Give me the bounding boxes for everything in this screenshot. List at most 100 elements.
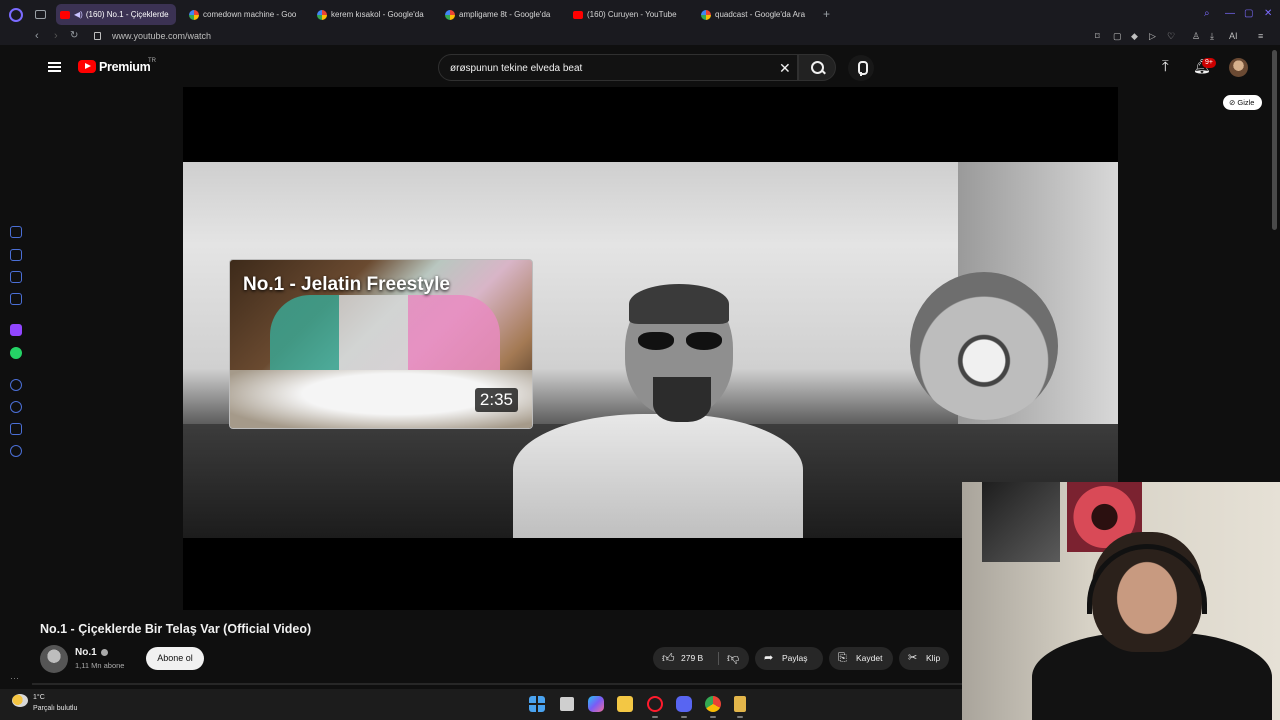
weather-description[interactable]: Parçalı bulutlu <box>33 705 77 712</box>
subscribe-button[interactable]: Abone ol <box>146 647 204 670</box>
like-divider <box>718 652 719 665</box>
clip-button[interactable]: ✂ Klip <box>899 647 949 670</box>
settings-gear-icon[interactable] <box>10 445 22 457</box>
whatsapp-icon[interactable] <box>10 347 22 359</box>
player-sidebar-icon[interactable] <box>10 379 22 391</box>
menu-icon[interactable]: ≡ <box>1258 31 1263 41</box>
player-icon[interactable]: ▷ <box>1149 31 1156 42</box>
chrome-icon[interactable] <box>705 696 721 712</box>
search-query[interactable]: ørøspunun tekine elveda beat <box>450 63 582 74</box>
copilot-icon[interactable] <box>588 696 604 712</box>
windows-taskbar: 1°C Parçalı bulutlu <box>0 689 962 720</box>
save-icon: ⎘ <box>838 652 847 664</box>
video-person-beard <box>653 377 711 422</box>
task-view-icon[interactable] <box>560 697 574 711</box>
share-label: Paylaş <box>782 653 808 663</box>
video-title: No.1 - Çiçeklerde Bir Telaş Var (Officia… <box>40 622 312 636</box>
google-favicon-icon <box>445 9 455 20</box>
windows-start-icon[interactable] <box>529 696 545 712</box>
channel-name[interactable]: No.1 <box>75 647 97 658</box>
close-window-icon[interactable]: ✕ <box>1264 8 1272 19</box>
discord-icon[interactable] <box>676 696 692 712</box>
webcam-overlay <box>962 482 1280 720</box>
heart-icon[interactable]: ♡ <box>1167 31 1175 42</box>
extensions-icon[interactable] <box>10 423 22 435</box>
tab-youtube-cicek[interactable]: ◀) (160) No.1 - Çiçeklerde <box>56 4 176 25</box>
forward-icon[interactable]: › <box>54 30 58 42</box>
wall-poster <box>982 482 1060 562</box>
search-icon[interactable] <box>798 54 836 81</box>
account-avatar[interactable] <box>1229 58 1248 77</box>
google-favicon-icon <box>317 9 327 20</box>
like-dislike-group: 👍︎ 279 B 👎︎ <box>653 647 749 670</box>
hide-endscreen-button[interactable]: ⊘ Gizle <box>1223 95 1262 110</box>
tab-ampligame[interactable]: ampligame 8t - Google'da <box>441 4 559 25</box>
upload-icon[interactable]: ⤒ <box>1162 58 1169 75</box>
tab-kerem[interactable]: kerem kısakol - Google'da <box>313 4 431 25</box>
google-favicon-icon <box>701 9 711 20</box>
clear-search-close-icon[interactable]: ✕ <box>779 60 791 77</box>
endscreen-video-card[interactable]: No.1 - Jelatin Freestyle 2:35 <box>229 259 533 429</box>
lock-icon[interactable] <box>94 32 101 40</box>
bookmark-icon[interactable]: ⌑ <box>1095 31 1100 42</box>
audio-playing-icon[interactable]: ◀) <box>74 10 83 19</box>
history-icon[interactable] <box>10 401 22 413</box>
endscreen-video-title: No.1 - Jelatin Freestyle <box>243 274 450 295</box>
mic-icon[interactable] <box>848 55 874 81</box>
youtube-favicon-icon <box>573 10 583 19</box>
clip-label: Klip <box>926 653 941 663</box>
tab-menu-icon[interactable] <box>35 10 46 19</box>
more-dots-icon[interactable]: ··· <box>10 673 19 683</box>
opera-sidebar: ··· <box>0 45 32 685</box>
adblock-shield-icon[interactable]: ◆ <box>1131 31 1138 42</box>
save-button[interactable]: ⎘ Kaydet <box>829 647 893 670</box>
snapshot-icon[interactable]: ▢ <box>1113 31 1122 42</box>
download-icon[interactable]: ⤓ <box>1210 31 1214 42</box>
new-tab-plus-icon[interactable]: + <box>823 7 830 21</box>
tab-search-icon[interactable]: ⌕ <box>1204 8 1210 19</box>
back-icon[interactable]: ‹ <box>35 30 39 42</box>
tab-label: (160) Curuyen - YouTube <box>587 10 677 19</box>
country-code: TR <box>148 58 156 64</box>
weather-temperature[interactable]: 1°C <box>33 694 45 701</box>
search-input[interactable]: ørøspunun tekine elveda beat ✕ <box>438 54 798 81</box>
crypto-wallet-icon[interactable] <box>10 249 22 261</box>
aria-ai-label[interactable]: AI <box>1229 31 1238 41</box>
file-explorer-icon[interactable] <box>617 696 633 712</box>
clip-icon: ✂ <box>908 652 918 664</box>
opera-logo-icon[interactable] <box>9 8 23 22</box>
tab-comedown[interactable]: comedown machine - Goo <box>185 4 303 25</box>
weather-partly-cloudy-icon[interactable] <box>12 694 28 707</box>
channel-avatar[interactable] <box>40 645 68 673</box>
page-scrollbar[interactable] <box>1272 50 1277 230</box>
tab-label: (160) No.1 - Çiçeklerde <box>85 10 169 19</box>
like-count[interactable]: 279 B <box>681 647 703 670</box>
tab-label: ampligame 8t - Google'da <box>459 10 551 19</box>
endscreen-channel-avatar[interactable] <box>910 272 1058 420</box>
maximize-icon[interactable]: ▢ <box>1244 8 1253 19</box>
address-bar: ‹ › ↻ www.youtube.com/watch ⌑ ▢ ◆ ▷ ♡ ♙ … <box>0 29 1280 45</box>
page-divider <box>32 683 962 685</box>
minimize-icon[interactable]: — <box>1225 8 1235 19</box>
sunglasses <box>638 332 722 350</box>
verified-badge-icon <box>101 649 108 656</box>
opera-gx-taskbar-icon[interactable] <box>647 696 663 712</box>
aria-icon[interactable] <box>10 226 22 238</box>
profile-icon[interactable]: ♙ <box>1192 31 1200 42</box>
messenger-icon[interactable] <box>10 293 22 305</box>
share-button[interactable]: ➦ Paylaş <box>755 647 823 670</box>
like-icon[interactable]: 👍︎ <box>662 647 675 670</box>
youtube-logo-icon[interactable] <box>78 60 96 73</box>
twitch-icon[interactable] <box>10 324 22 336</box>
tab-curuyen[interactable]: (160) Curuyen - YouTube <box>569 4 687 25</box>
google-favicon-icon <box>189 9 199 20</box>
reload-icon[interactable]: ↻ <box>70 30 78 41</box>
youtube-brand[interactable]: Premium <box>99 60 151 74</box>
dislike-icon[interactable]: 👎︎ <box>727 647 739 670</box>
gx-corner-icon[interactable] <box>10 271 22 283</box>
url-field[interactable]: www.youtube.com/watch <box>112 31 211 41</box>
running-indicator <box>652 716 658 718</box>
app-taskbar-icon[interactable] <box>734 696 746 712</box>
guide-menu-icon[interactable] <box>48 62 61 72</box>
tab-quadcast[interactable]: quadcast - Google'da Ara <box>697 4 815 25</box>
